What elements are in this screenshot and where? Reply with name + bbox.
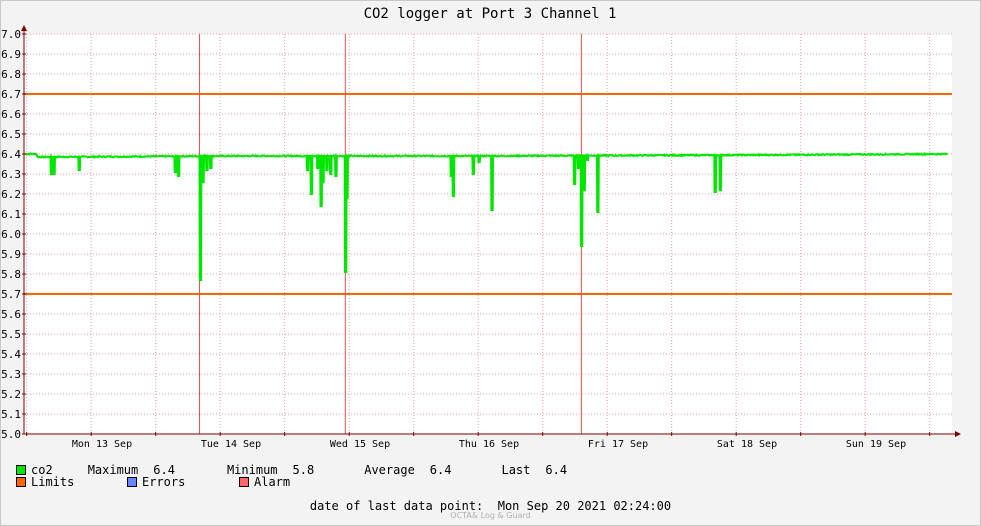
errors-swatch: [127, 477, 137, 487]
y-tick-label: 6.6: [1, 108, 21, 121]
limits-swatch: [16, 477, 26, 487]
y-tick-label: 5.1: [1, 408, 21, 421]
legend-avg-value: 6.4: [429, 463, 452, 477]
legend-alarm: Alarm: [239, 475, 290, 489]
y-tick-label: 6.1: [1, 208, 21, 221]
legend-avg-label: Average: [364, 463, 415, 477]
legend-errors: Errors: [127, 475, 239, 489]
y-tick-label: 5.6: [1, 308, 21, 321]
x-tick-label: Wed 15 Sep: [330, 439, 390, 450]
y-tick-label: 6.2: [1, 188, 21, 201]
y-tick-label: 5.0: [1, 428, 21, 441]
co2-swatch: [16, 465, 26, 475]
y-tick-label: 5.7: [1, 288, 21, 301]
y-tick-label: 6.4: [1, 148, 21, 161]
legend-limits: Limits: [16, 475, 127, 489]
x-tick-label: Sun 19 Sep: [846, 439, 906, 450]
x-tick-label: Sat 18 Sep: [717, 439, 777, 450]
y-tick-label: 5.3: [1, 368, 21, 381]
co2-chart: CO2 logger at Port 3 Channel 1 5.0 5.1 5.2…: [1, 6, 961, 450]
x-tick-label: Fri 17 Sep: [588, 439, 648, 450]
y-tick-label: 5.2: [1, 388, 21, 401]
y-tick-label: 6.8: [1, 68, 21, 81]
x-tick-label: Mon 13 Sep: [72, 439, 132, 450]
y-axis-arrow: [21, 25, 27, 31]
y-tick-label: 7.0: [1, 28, 21, 41]
x-axis-arrow: [955, 431, 961, 437]
legend-last-label: Last: [501, 463, 531, 477]
y-tick-label: 5.9: [1, 248, 21, 261]
y-tick-label: 6.9: [1, 48, 21, 61]
legend-alarm-label: Alarm: [254, 475, 291, 489]
x-tick-label: Tue 14 Sep: [201, 439, 261, 450]
y-tick-label: 6.7: [1, 88, 21, 101]
y-tick-label: 5.8: [1, 268, 21, 281]
y-tick-label: 6.5: [1, 128, 21, 141]
legend-errors-label: Errors: [142, 475, 186, 489]
alarm-swatch: [239, 477, 249, 487]
watermark: OCTA& Log & Guard: [450, 511, 531, 520]
x-tick-labels: Mon 13 Sep Tue 14 Sep Wed 15 Sep Thu 16 Sep…: [72, 439, 906, 450]
y-tick-labels: 5.0 5.1 5.2 5.3 5.4 5.5 5.6 5.7 5.8 5.9 6.0 6.1 6.2 6…: [1, 28, 21, 441]
legend-min-value: 5.8: [292, 463, 315, 477]
y-tick-label: 5.5: [1, 328, 21, 341]
legend-last-value: 6.4: [545, 463, 568, 477]
legend-row-markers: Limits Errors Alarm: [16, 475, 290, 489]
legend-limits-label: Limits: [31, 475, 75, 489]
chart-title: CO2 logger at Port 3 Channel 1: [364, 6, 617, 22]
y-tick-label: 6.0: [1, 228, 21, 241]
y-tick-label: 6.3: [1, 168, 21, 181]
x-tick-label: Thu 16 Sep: [459, 439, 519, 450]
y-tick-label: 5.4: [1, 348, 21, 361]
